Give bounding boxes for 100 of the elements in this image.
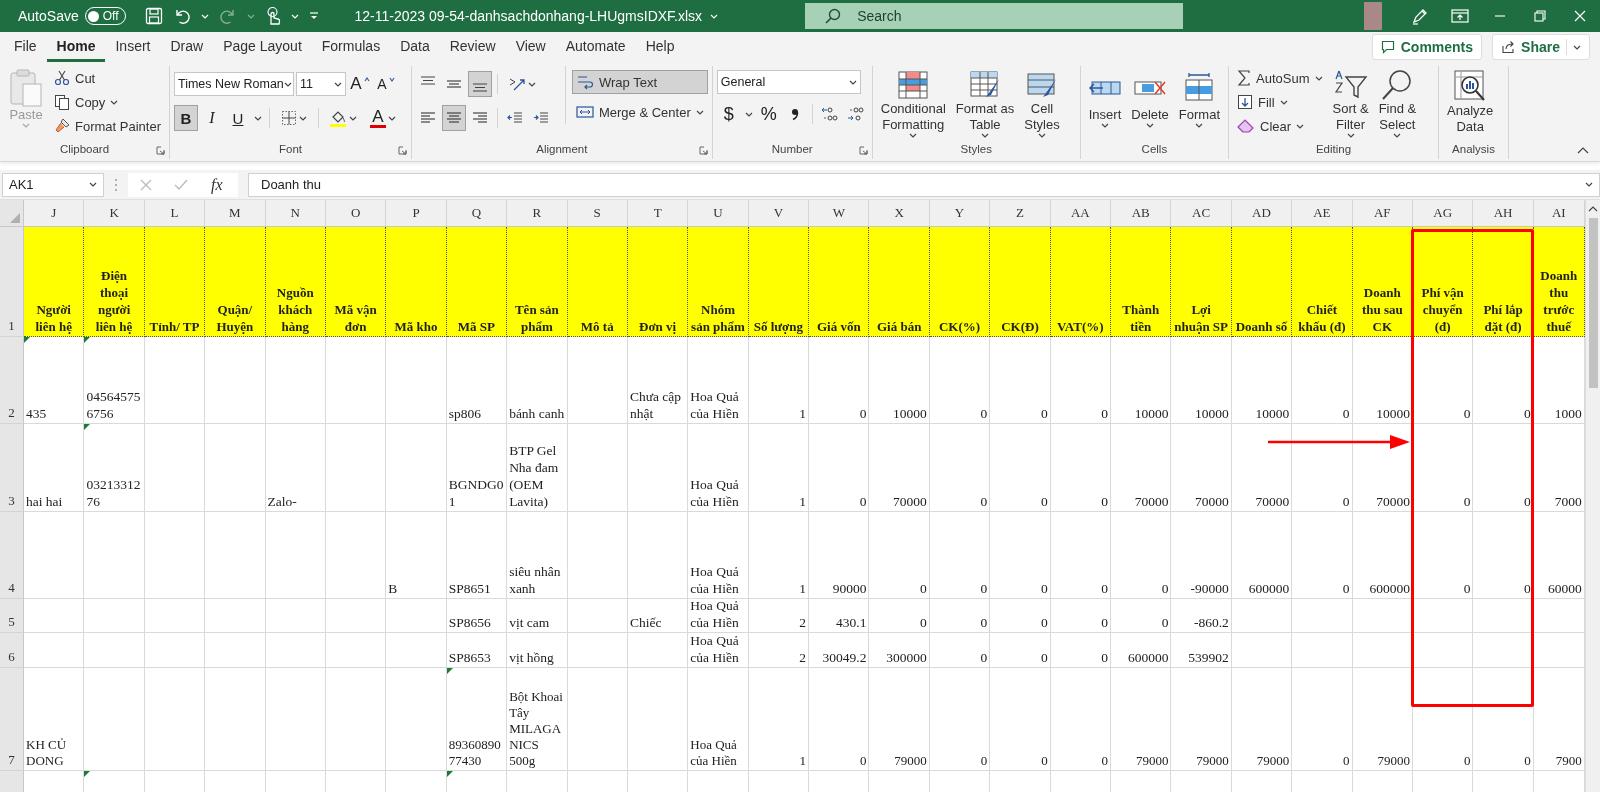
decrease-font-size-button[interactable]: A — [374, 71, 398, 97]
group-label: Number — [771, 143, 813, 155]
column-header[interactable]: AB — [1111, 200, 1172, 227]
search-input[interactable]: Search — [855, 7, 1156, 25]
column-header[interactable]: P — [386, 200, 447, 227]
align-bottom-button[interactable] — [468, 71, 492, 97]
table-cell — [1533, 633, 1585, 668]
ribbon-tab[interactable]: Draw — [160, 32, 214, 62]
column-header[interactable]: Q — [446, 200, 508, 227]
ribbon-tab[interactable]: View — [505, 32, 556, 62]
caret-icon — [299, 115, 307, 121]
sort-filter-button[interactable]: Sort & Filter — [1328, 66, 1373, 138]
format-painter-button[interactable]: Format Painter — [50, 114, 165, 138]
font-size-field[interactable]: 11 — [296, 72, 346, 96]
column-heading: Mã vận đơn — [325, 227, 387, 337]
autosum-button[interactable]: AutoSum — [1233, 66, 1327, 90]
format-as-table-button[interactable]: Format as Table — [951, 66, 1019, 138]
column-header[interactable]: O — [325, 200, 387, 227]
column-header[interactable]: N — [265, 200, 326, 227]
cancel-icon — [140, 178, 152, 191]
ribbon-tab[interactable]: Help — [635, 32, 685, 62]
caret-icon — [1346, 133, 1355, 138]
increase-font-size-button[interactable]: A — [348, 71, 372, 97]
magnifier-icon — [1381, 69, 1414, 101]
column-header[interactable]: AF — [1352, 200, 1413, 227]
column-header[interactable]: S — [567, 200, 628, 227]
table-cell: 0 — [990, 424, 1051, 512]
column-header[interactable]: AH — [1473, 200, 1534, 227]
table-cell: 0 — [929, 512, 991, 599]
cut-button[interactable]: Cut — [50, 66, 165, 90]
select-all-button[interactable] — [0, 200, 24, 227]
column-header[interactable]: R — [507, 200, 568, 227]
column-header[interactable]: V — [748, 200, 810, 227]
font-color-button[interactable]: A — [364, 105, 402, 131]
ribbon-tab[interactable]: Page Layout — [213, 32, 312, 62]
column-header[interactable]: U — [688, 200, 749, 227]
find-select-button[interactable]: Find & Select — [1374, 66, 1421, 138]
table-cell: KH CỦ DONG — [24, 668, 85, 771]
search-field[interactable]: Search — [805, 3, 1184, 29]
align-center-button[interactable] — [442, 105, 466, 131]
format-cells-button[interactable]: Format — [1174, 66, 1224, 138]
currency-format-button[interactable]: $ — [716, 101, 741, 127]
column-header[interactable]: Y — [929, 200, 991, 227]
insert-function-button[interactable]: fx — [210, 174, 224, 195]
underline-button[interactable]: U — [226, 105, 250, 131]
table-cell: 79000 — [1352, 668, 1413, 771]
column-header[interactable]: AE — [1292, 200, 1353, 227]
ribbon-tab[interactable]: File — [4, 32, 47, 62]
row-header[interactable]: 7 — [0, 668, 24, 771]
wrap-text-button[interactable]: Wrap Text — [572, 70, 708, 94]
row-header[interactable]: 2 — [0, 337, 24, 424]
row-header[interactable]: 1 — [0, 227, 24, 337]
bold-button[interactable]: B — [174, 105, 198, 131]
column-header[interactable]: J — [24, 200, 85, 227]
ribbon-tab[interactable]: Review — [439, 32, 506, 62]
row-header[interactable]: 4 — [0, 512, 24, 599]
comments-button[interactable]: Comments — [1371, 34, 1483, 60]
column-header[interactable]: T — [627, 200, 689, 227]
number-format-field[interactable]: General — [716, 70, 861, 94]
insert-cells-button[interactable]: Insert — [1084, 66, 1126, 138]
name-box[interactable]: AK1 — [2, 172, 104, 197]
column-header[interactable]: M — [205, 200, 266, 227]
column-header[interactable]: L — [144, 200, 206, 227]
copy-button[interactable]: Copy — [50, 90, 165, 114]
caret-icon — [200, 13, 209, 19]
italic-button[interactable]: I — [200, 105, 224, 131]
font-name-field[interactable]: Times New Roman — [174, 72, 294, 96]
ribbon-tab[interactable]: Insert — [105, 32, 161, 62]
formula-field[interactable]: Doanh thu — [248, 172, 1600, 197]
delete-cells-button[interactable]: Delete — [1127, 66, 1173, 138]
column-header[interactable]: W — [809, 200, 870, 227]
table-cell: 70000 — [1231, 424, 1293, 512]
column-header[interactable]: Z — [990, 200, 1051, 227]
ribbon-tab[interactable]: Automate — [555, 32, 636, 62]
column-header[interactable]: AD — [1231, 200, 1293, 227]
column-header[interactable]: AG — [1413, 200, 1474, 227]
table-cell — [84, 599, 145, 633]
clear-button[interactable]: Clear — [1233, 114, 1327, 138]
ribbon-tab[interactable]: Data — [390, 32, 440, 62]
column-header[interactable]: K — [84, 200, 145, 227]
table-cell — [627, 633, 689, 668]
percent-style-button[interactable]: % — [756, 101, 781, 127]
caret-icon — [1038, 133, 1046, 138]
file-name-button[interactable]: 12-11-2023 09-54-danhsachdonhang-LHUgmsIDXF.xlsx — [353, 7, 720, 25]
row-header[interactable]: 5 — [0, 599, 24, 633]
column-header[interactable]: AA — [1050, 200, 1112, 227]
column-header[interactable]: X — [869, 200, 930, 227]
row-header[interactable]: 6 — [0, 633, 24, 668]
column-header[interactable]: AC — [1171, 200, 1232, 227]
column-header[interactable]: AI — [1533, 200, 1585, 227]
cell-styles-button[interactable]: Cell Styles — [1020, 66, 1064, 138]
ribbon-tab[interactable]: Formulas — [311, 32, 391, 62]
merge-center-button[interactable]: Merge & Center — [572, 100, 708, 124]
share-button[interactable]: Share — [1492, 34, 1590, 60]
row-header[interactable]: 3 — [0, 424, 24, 512]
fill-button[interactable]: Fill — [1233, 90, 1327, 114]
conditional-formatting-button[interactable]: Conditional Formatting — [876, 66, 950, 138]
scroll-thumb[interactable] — [1588, 218, 1598, 388]
analyze-data-button[interactable]: Analyze Data — [1443, 66, 1498, 138]
vertical-scrollbar[interactable] — [1585, 200, 1600, 792]
